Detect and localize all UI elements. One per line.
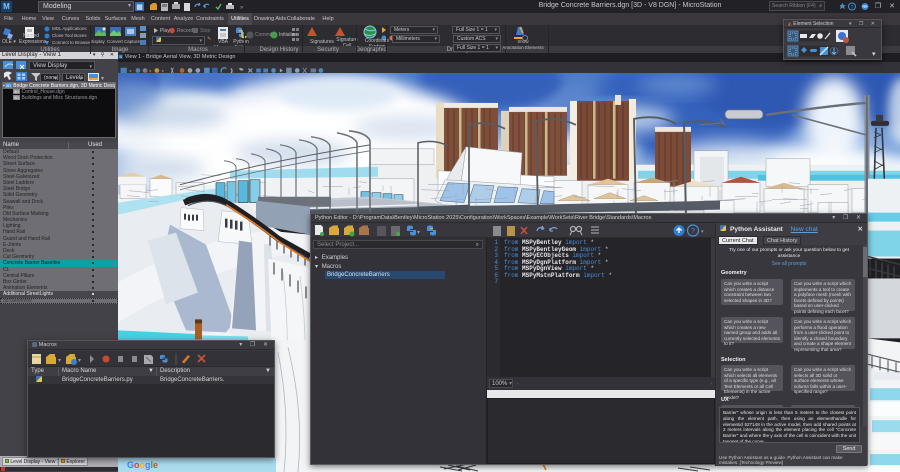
svg-text:»: » bbox=[240, 5, 244, 11]
svg-text:Google: Google bbox=[127, 460, 158, 470]
svg-text:▾: ▾ bbox=[58, 358, 61, 364]
svg-text:?: ? bbox=[851, 5, 854, 11]
svg-text:▦: ▦ bbox=[136, 4, 143, 11]
svg-text:▾: ▾ bbox=[872, 51, 876, 58]
svg-text:▾: ▾ bbox=[701, 229, 704, 235]
svg-text:?: ? bbox=[691, 228, 695, 235]
svg-text:▾: ▾ bbox=[417, 230, 420, 236]
svg-text:▾: ▾ bbox=[78, 358, 81, 364]
